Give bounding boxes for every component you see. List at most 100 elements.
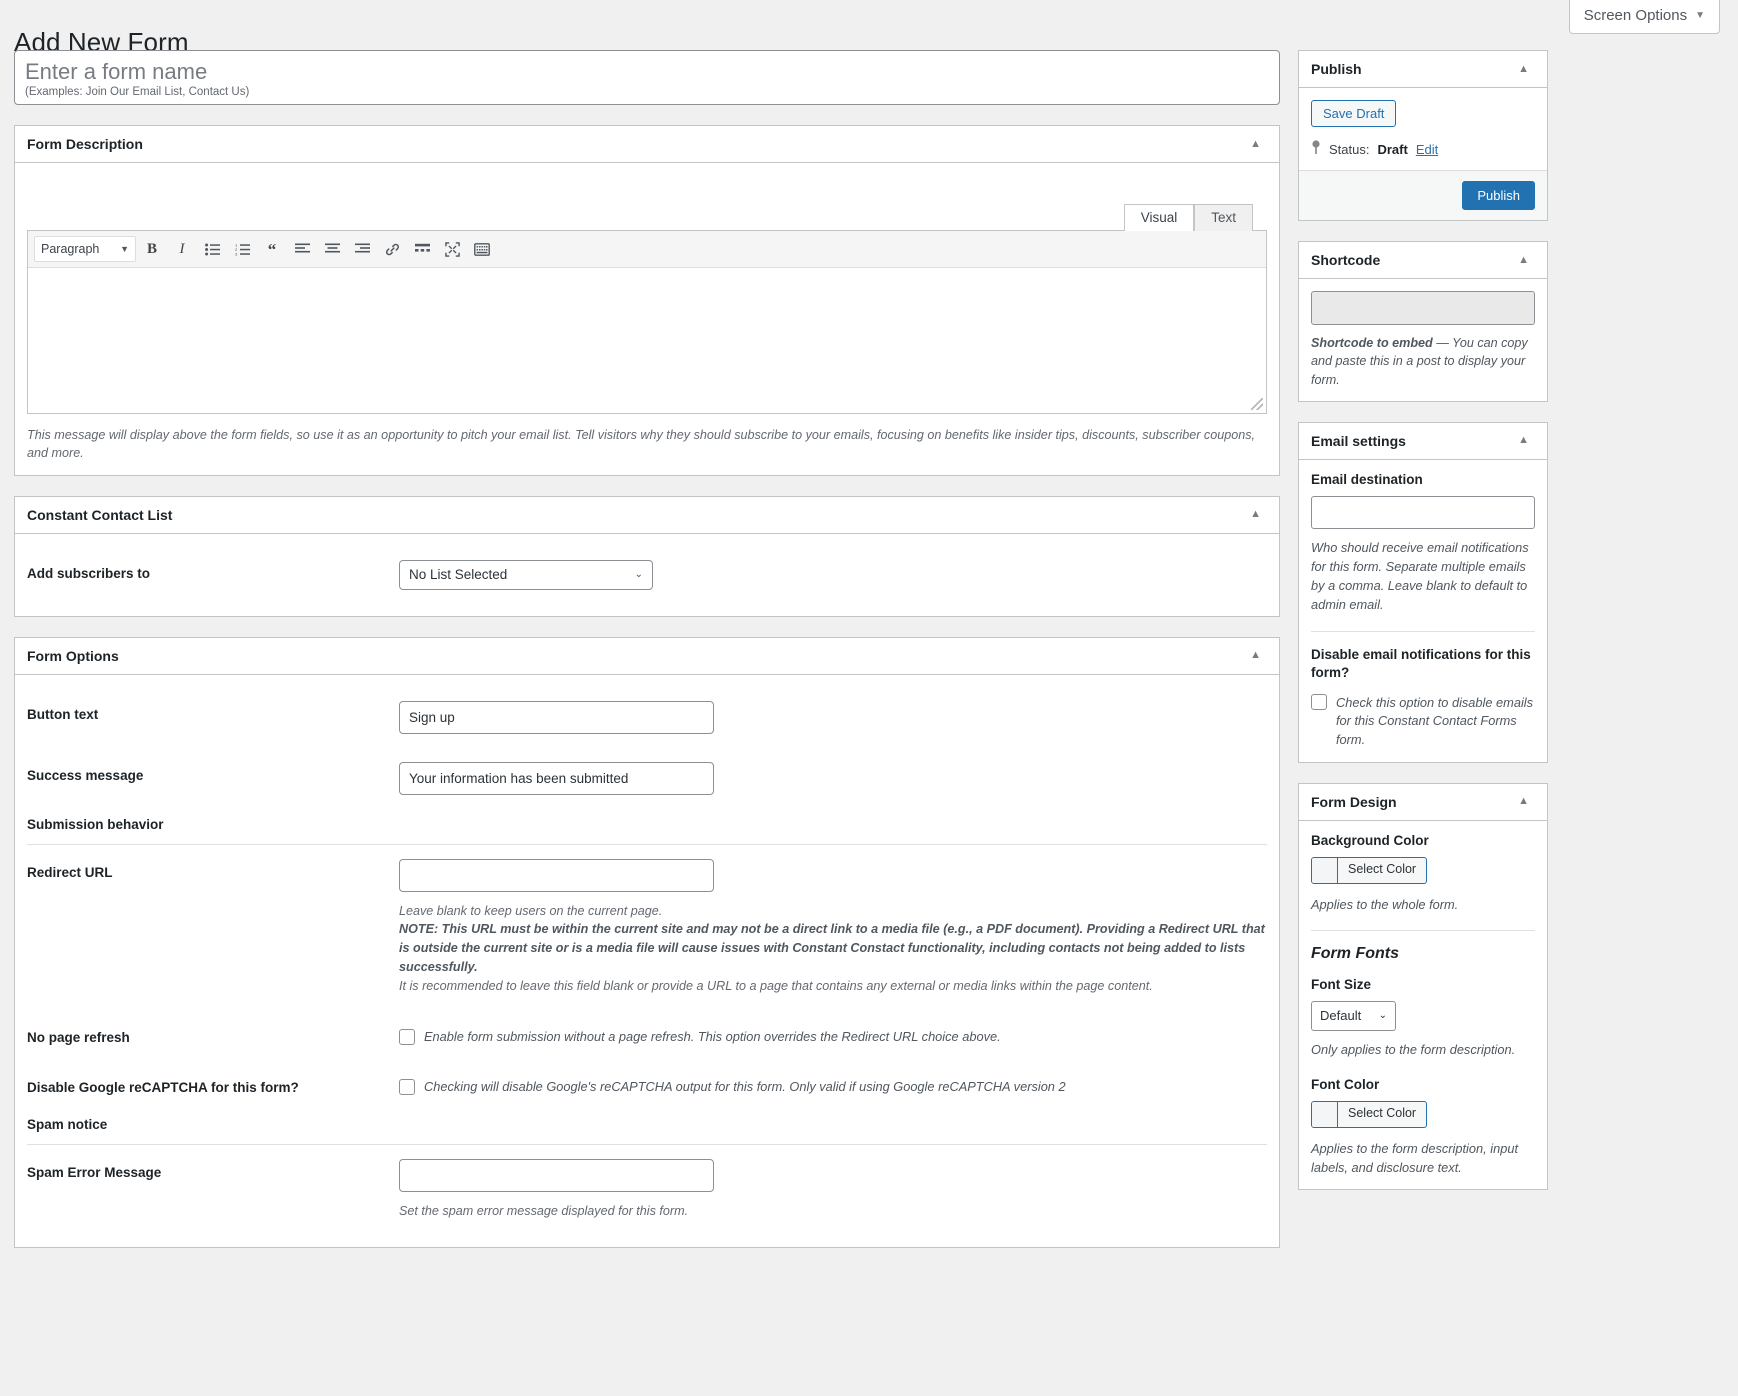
- list-select-value: No List Selected: [409, 567, 508, 582]
- toolbar-toggle-icon[interactable]: [468, 236, 496, 262]
- constant-contact-list-header[interactable]: Constant Contact List ▲: [15, 497, 1279, 534]
- email-settings-body: Email destination Who should receive ema…: [1299, 460, 1547, 762]
- redirect-url-note: NOTE: This URL must be within the curren…: [399, 922, 1265, 975]
- link-icon[interactable]: [378, 236, 406, 262]
- collapse-toggle-icon[interactable]: ▲: [1244, 648, 1267, 663]
- status-edit-link[interactable]: Edit: [1416, 142, 1438, 157]
- fullscreen-icon[interactable]: [438, 236, 466, 262]
- collapse-toggle-icon[interactable]: ▲: [1512, 794, 1535, 809]
- status-value: Draft: [1377, 141, 1408, 157]
- shortcode-input[interactable]: [1311, 291, 1535, 325]
- tab-text[interactable]: Text: [1194, 204, 1253, 231]
- format-select[interactable]: Paragraph ▼: [34, 236, 136, 262]
- form-options-header[interactable]: Form Options ▲: [15, 638, 1279, 675]
- pin-icon: [1311, 140, 1321, 158]
- font-size-description: Only applies to the form description.: [1311, 1041, 1516, 1057]
- shortcode-note: Shortcode to embed — You can copy and pa…: [1311, 334, 1535, 389]
- font-color-button-label: Select Color: [1348, 1105, 1417, 1120]
- publish-title: Publish: [1311, 61, 1362, 77]
- font-color-description: Applies to the form description, input l…: [1311, 1140, 1518, 1176]
- shortcode-panel: Shortcode ▲ Shortcode to embed — You can…: [1298, 241, 1548, 402]
- spam-error-message-label: Spam Error Message: [27, 1165, 162, 1181]
- publish-panel: Publish ▲ Save Draft Status: Draft Edit …: [1298, 50, 1548, 221]
- read-more-icon[interactable]: [408, 236, 436, 262]
- background-color-button-label: Select Color: [1348, 861, 1417, 876]
- form-design-header[interactable]: Form Design ▲: [1299, 784, 1547, 821]
- font-size-value: Default: [1320, 1008, 1362, 1024]
- add-subscribers-label: Add subscribers to: [27, 565, 151, 581]
- collapse-toggle-icon[interactable]: ▲: [1512, 433, 1535, 448]
- screen-options-button[interactable]: Screen Options ▼: [1568, 0, 1720, 34]
- redirect-url-input[interactable]: [399, 858, 714, 892]
- blockquote-icon[interactable]: “: [258, 236, 286, 262]
- form-description-body: Visual Text Paragraph ▼ B I 1 2 3 “ This…: [15, 163, 1279, 475]
- disable-recaptcha-row: Disable Google reCAPTCHA for this form? …: [27, 1060, 1267, 1110]
- form-name-placeholder: Enter a form name: [25, 59, 208, 84]
- bulleted-list-icon[interactable]: [198, 236, 226, 262]
- screen-options-label: Screen Options: [1583, 7, 1688, 24]
- tab-visual[interactable]: Visual: [1123, 204, 1195, 231]
- editor-resize-handle[interactable]: [1251, 398, 1263, 410]
- numbered-list-icon[interactable]: 123: [228, 236, 256, 262]
- align-center-icon[interactable]: [318, 236, 346, 262]
- collapse-toggle-icon[interactable]: ▲: [1512, 62, 1535, 77]
- form-design-title: Form Design: [1311, 793, 1397, 810]
- sidebar: Publish ▲ Save Draft Status: Draft Edit …: [1298, 50, 1548, 1210]
- disable-notifications-label: Disable email notifications for this for…: [1311, 646, 1531, 680]
- font-color-swatch: [1312, 1101, 1338, 1127]
- success-message-label: Success message: [27, 767, 144, 783]
- publish-body: Save Draft Status: Draft Edit: [1299, 88, 1547, 170]
- background-color-description: Applies to the whole form.: [1311, 896, 1459, 912]
- editor-tabs: Visual Text: [27, 175, 1267, 231]
- form-name-field[interactable]: Enter a form name (Examples: Join Our Em…: [14, 50, 1280, 105]
- main-column: Enter a form name (Examples: Join Our Em…: [14, 50, 1280, 1249]
- publish-button[interactable]: Publish: [1462, 181, 1535, 210]
- no-page-refresh-row: No page refresh Enable form submission w…: [27, 1010, 1267, 1060]
- success-message-input[interactable]: Your information has been submitted: [399, 761, 714, 795]
- status-row: Status: Draft Edit: [1311, 140, 1535, 158]
- align-left-icon[interactable]: [288, 236, 316, 262]
- align-right-icon[interactable]: [348, 236, 376, 262]
- no-page-refresh-checkbox[interactable]: [399, 1028, 415, 1045]
- shortcode-note-strong: Shortcode to embed: [1311, 336, 1433, 350]
- background-color-swatch: [1312, 857, 1338, 883]
- bold-icon[interactable]: B: [138, 236, 166, 262]
- editor: Visual Text Paragraph ▼ B I 1 2 3 “ This…: [27, 175, 1267, 463]
- italic-icon[interactable]: I: [168, 236, 196, 262]
- email-destination-input[interactable]: [1311, 495, 1535, 529]
- chevron-down-icon: ⌄: [1378, 1010, 1387, 1022]
- background-color-picker-button[interactable]: Select Color: [1311, 856, 1428, 884]
- spam-error-message-help: Set the spam error message displayed for…: [399, 1204, 689, 1219]
- redirect-url-recommendation: It is recommended to leave this field bl…: [399, 979, 1153, 994]
- format-select-value: Paragraph: [41, 242, 100, 256]
- form-options-title: Form Options: [27, 647, 119, 664]
- spam-error-message-input[interactable]: [399, 1159, 714, 1193]
- form-options-body: Button text Sign up Success message Your…: [15, 675, 1279, 1248]
- no-page-refresh-label: No page refresh: [27, 1029, 130, 1045]
- email-destination-description: Who should receive email notifications f…: [1311, 539, 1529, 613]
- svg-text:3: 3: [235, 251, 238, 255]
- save-draft-button[interactable]: Save Draft: [1311, 100, 1397, 127]
- email-settings-title: Email settings: [1311, 432, 1406, 449]
- button-text-input[interactable]: Sign up: [399, 700, 714, 734]
- shortcode-header[interactable]: Shortcode ▲: [1299, 242, 1547, 279]
- publish-header[interactable]: Publish ▲: [1299, 51, 1547, 88]
- collapse-toggle-icon[interactable]: ▲: [1244, 507, 1267, 522]
- collapse-toggle-icon[interactable]: ▲: [1244, 137, 1267, 152]
- email-settings-header[interactable]: Email settings ▲: [1299, 423, 1547, 460]
- font-color-label: Font Color: [1311, 1076, 1380, 1092]
- editor-content-area[interactable]: [28, 268, 1266, 413]
- no-page-refresh-description: Enable form submission without a page re…: [424, 1028, 1001, 1044]
- disable-recaptcha-checkbox[interactable]: [399, 1078, 415, 1095]
- collapse-toggle-icon[interactable]: ▲: [1512, 253, 1535, 268]
- font-color-picker-button[interactable]: Select Color: [1311, 1100, 1428, 1128]
- list-select[interactable]: No List Selected ⌄: [399, 559, 653, 590]
- form-description-title: Form Description: [27, 136, 143, 152]
- background-color-label: Background Color: [1311, 832, 1429, 848]
- disable-notifications-checkbox[interactable]: [1311, 693, 1327, 710]
- status-label: Status:: [1329, 141, 1370, 157]
- form-description-header[interactable]: Form Description ▲: [15, 126, 1279, 163]
- font-size-select[interactable]: Default ⌄: [1311, 1000, 1396, 1031]
- font-size-label: Font Size: [1311, 976, 1371, 992]
- chevron-down-icon: ⌄: [634, 569, 643, 580]
